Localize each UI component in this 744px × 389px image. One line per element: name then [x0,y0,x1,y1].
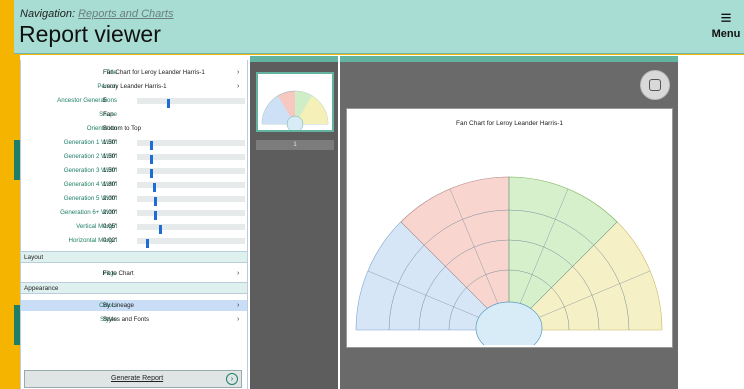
setting-value: 2.00" [103,195,118,202]
menu-label: Menu [711,28,741,40]
settings-panel: Title Fan Chart for Leroy Leander Harris… [20,60,248,389]
setting-value: Leroy Leander Harris-1 [103,83,167,90]
breadcrumb: Navigation: Reports and Charts [20,8,174,20]
setting-value: 0.05" [103,223,118,230]
nav-prefix: Navigation: [20,8,76,20]
slider-track[interactable] [137,238,245,248]
slider-thumb[interactable] [167,99,171,108]
slider-thumb[interactable] [145,239,149,248]
section-appearance: Appearance [21,282,247,294]
setting-gen6-width[interactable]: Generation 6+ Width 2.00" [21,207,247,220]
menu-icon: ≡ [720,8,732,29]
setting-value: 1.50" [103,167,118,174]
chevron-right-icon: › [237,83,240,90]
header-bar: Navigation: Reports and Charts Report vi… [14,0,744,54]
nav-link-reports[interactable]: Reports and Charts [78,8,173,20]
setting-vertical-margin[interactable]: Vertical Margin 0.05" [21,221,247,234]
thumbnail-toolbar [250,56,338,62]
setting-colors[interactable]: Colors By Lineage › [21,300,247,311]
setting-horizontal-margin[interactable]: Horizontal Margin 0.02" [21,235,247,248]
setting-gen3-width[interactable]: Generation 3 Width 1.50" [21,165,247,178]
setting-styles[interactable]: Styles Styles and Fonts › [21,314,247,325]
slider-track[interactable] [137,196,245,206]
fan-chart [355,176,663,345]
thumbnail-page-number: 1 [256,140,334,150]
setting-person[interactable]: Person Leroy Leander Harris-1 › [21,81,247,92]
thumbnail-fan-icon [261,90,329,133]
slider-thumb[interactable] [153,183,157,192]
setting-value: Fan [103,111,114,118]
setting-title[interactable]: Title Fan Chart for Leroy Leander Harris… [21,67,247,78]
slider-thumb[interactable] [154,197,158,206]
page-title: Report viewer [19,21,161,47]
setting-gen1-width[interactable]: Generation 1 Width 1.50" [21,137,247,150]
setting-value: By Lineage [103,302,134,309]
right-margin [680,55,744,389]
chevron-right-icon: › [237,270,240,277]
setting-gen5-width[interactable]: Generation 5 Width 2.00" [21,193,247,206]
setting-value: 5 [103,97,107,104]
setting-orientation[interactable]: Orientation Bottom to Top [21,123,247,134]
viewer-toolbar [340,56,678,62]
setting-value: Fan Chart for Leroy Leander Harris-1 [103,69,205,76]
slider-track[interactable] [137,168,245,178]
slider-track[interactable] [137,182,245,192]
report-title: Fan Chart for Leroy Leander Harris-1 [456,120,563,127]
section-layout: Layout [21,251,247,263]
menu-button[interactable]: ≡ Menu [708,8,744,40]
setting-ancestor-generations[interactable]: Ancestor Generations 5 [21,95,247,108]
chevron-right-icon: › [237,302,240,309]
setting-value: Bottom to Top [103,125,142,132]
go-arrow-icon: › [226,373,238,385]
slider-thumb[interactable] [154,211,158,220]
slider-thumb[interactable] [149,169,153,178]
chevron-right-icon: › [237,69,240,76]
slider-track[interactable] [137,98,245,108]
slider-track[interactable] [137,210,245,220]
setting-value: Fit to Chart [103,270,134,277]
slider-track[interactable] [137,224,245,234]
ocr-scan-icon [649,79,661,91]
setting-gen4-width[interactable]: Generation 4 Width 1.80" [21,179,247,192]
setting-value: Styles and Fonts [103,316,150,323]
ocr-scan-button[interactable] [640,70,670,100]
setting-value: 2.00" [103,209,118,216]
setting-value: 1.80" [103,181,118,188]
setting-label: Ancestor Generations [57,97,117,104]
generate-report-label: Generate Report [111,375,164,382]
page-thumbnail[interactable] [256,72,334,133]
setting-gen2-width[interactable]: Generation 2 Width 1.50" [21,151,247,164]
setting-value: 1.50" [103,153,118,160]
slider-thumb[interactable] [158,225,162,234]
setting-value: 0.02" [103,237,118,244]
slider-track[interactable] [137,140,245,150]
setting-value: 1.50" [103,139,118,146]
generate-report-button[interactable]: Generate Report › [24,370,242,388]
setting-page[interactable]: Page Fit to Chart › [21,268,247,279]
slider-thumb[interactable] [149,155,153,164]
chevron-right-icon: › [237,316,240,323]
slider-thumb[interactable] [149,141,153,150]
slider-track[interactable] [137,154,245,164]
setting-shape[interactable]: Shape Fan [21,109,247,120]
